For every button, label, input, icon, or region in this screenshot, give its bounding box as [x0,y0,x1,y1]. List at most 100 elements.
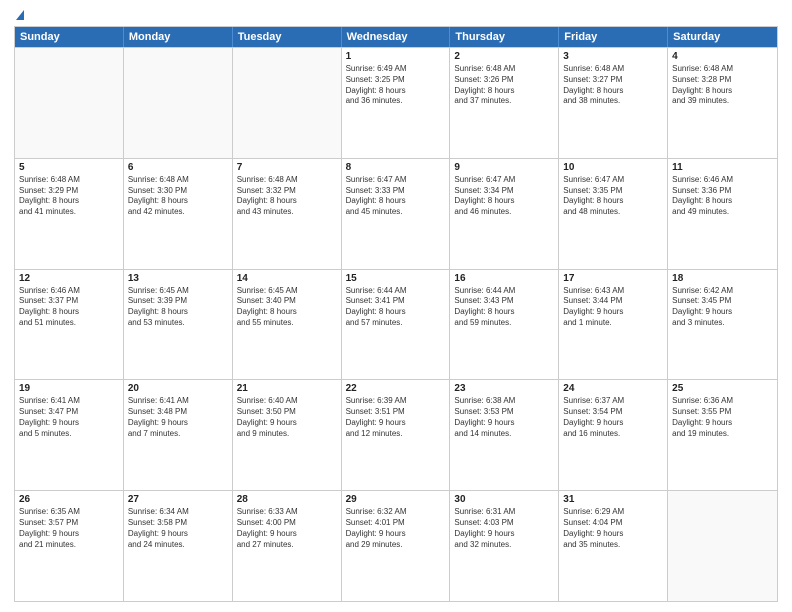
day-cell: 8 Sunrise: 6:47 AM Sunset: 3:33 PM Daylig… [342,159,451,269]
day-number: 27 [128,494,228,505]
day-number: 1 [346,51,446,62]
day-number: 9 [454,162,554,173]
day-number: 24 [563,383,663,394]
day-cell: 19 Sunrise: 6:41 AM Sunset: 3:47 PM Dayli… [15,380,124,490]
weekday-header: Saturday [668,27,777,47]
day-cell: 29 Sunrise: 6:32 AM Sunset: 4:01 PM Dayli… [342,491,451,601]
day-info: Sunrise: 6:45 AM Sunset: 3:39 PM Dayligh… [128,286,228,329]
day-info: Sunrise: 6:42 AM Sunset: 3:45 PM Dayligh… [672,286,773,329]
day-cell: 17 Sunrise: 6:43 AM Sunset: 3:44 PM Dayli… [559,270,668,380]
day-number: 19 [19,383,119,394]
day-number: 2 [454,51,554,62]
day-info: Sunrise: 6:35 AM Sunset: 3:57 PM Dayligh… [19,507,119,550]
day-number: 7 [237,162,337,173]
page: SundayMondayTuesdayWednesdayThursdayFrid… [0,0,792,612]
weekday-header: Tuesday [233,27,342,47]
day-cell: 22 Sunrise: 6:39 AM Sunset: 3:51 PM Dayli… [342,380,451,490]
logo [14,10,24,20]
day-number: 22 [346,383,446,394]
day-info: Sunrise: 6:31 AM Sunset: 4:03 PM Dayligh… [454,507,554,550]
day-number: 26 [19,494,119,505]
day-number: 15 [346,273,446,284]
day-cell: 5Sunrise: 6:48 AM Sunset: 3:29 PM Daylig… [15,159,124,269]
day-number: 12 [19,273,119,284]
day-info: Sunrise: 6:33 AM Sunset: 4:00 PM Dayligh… [237,507,337,550]
day-info: Sunrise: 6:43 AM Sunset: 3:44 PM Dayligh… [563,286,663,329]
day-number: 17 [563,273,663,284]
day-info: Sunrise: 6:47 AM Sunset: 3:35 PM Dayligh… [563,175,663,218]
day-number: 25 [672,383,773,394]
day-info: Sunrise: 6:39 AM Sunset: 3:51 PM Dayligh… [346,396,446,439]
day-cell: 24 Sunrise: 6:37 AM Sunset: 3:54 PM Dayli… [559,380,668,490]
calendar: SundayMondayTuesdayWednesdayThursdayFrid… [14,26,778,602]
day-cell: 18 Sunrise: 6:42 AM Sunset: 3:45 PM Dayli… [668,270,777,380]
day-number: 10 [563,162,663,173]
calendar-week: 5Sunrise: 6:48 AM Sunset: 3:29 PM Daylig… [15,158,777,269]
day-number: 31 [563,494,663,505]
day-cell: 12Sunrise: 6:46 AM Sunset: 3:37 PM Dayli… [15,270,124,380]
empty-day-cell [15,48,124,158]
day-cell: 27 Sunrise: 6:34 AM Sunset: 3:58 PM Dayli… [124,491,233,601]
day-cell: 11 Sunrise: 6:46 AM Sunset: 3:36 PM Dayli… [668,159,777,269]
day-cell: 9 Sunrise: 6:47 AM Sunset: 3:34 PM Daylig… [450,159,559,269]
day-info: Sunrise: 6:48 AM Sunset: 3:28 PM Dayligh… [672,64,773,107]
day-number: 18 [672,273,773,284]
day-cell: 6 Sunrise: 6:48 AM Sunset: 3:30 PM Daylig… [124,159,233,269]
day-cell: 15Sunrise: 6:44 AM Sunset: 3:41 PM Dayli… [342,270,451,380]
calendar-week: 12Sunrise: 6:46 AM Sunset: 3:37 PM Dayli… [15,269,777,380]
calendar-week: 26 Sunrise: 6:35 AM Sunset: 3:57 PM Dayli… [15,490,777,601]
empty-day-cell [668,491,777,601]
day-info: Sunrise: 6:40 AM Sunset: 3:50 PM Dayligh… [237,396,337,439]
day-info: Sunrise: 6:47 AM Sunset: 3:33 PM Dayligh… [346,175,446,218]
day-number: 13 [128,273,228,284]
empty-day-cell [233,48,342,158]
day-cell: 20 Sunrise: 6:41 AM Sunset: 3:48 PM Dayli… [124,380,233,490]
day-info: Sunrise: 6:47 AM Sunset: 3:34 PM Dayligh… [454,175,554,218]
weekday-header: Sunday [15,27,124,47]
day-cell: 31 Sunrise: 6:29 AM Sunset: 4:04 PM Dayli… [559,491,668,601]
day-cell: 23 Sunrise: 6:38 AM Sunset: 3:53 PM Dayli… [450,380,559,490]
calendar-week: 1 Sunrise: 6:49 AM Sunset: 3:25 PM Daylig… [15,47,777,158]
day-number: 20 [128,383,228,394]
day-cell: 30 Sunrise: 6:31 AM Sunset: 4:03 PM Dayli… [450,491,559,601]
day-number: 29 [346,494,446,505]
day-cell: 13 Sunrise: 6:45 AM Sunset: 3:39 PM Dayli… [124,270,233,380]
day-info: Sunrise: 6:34 AM Sunset: 3:58 PM Dayligh… [128,507,228,550]
day-info: Sunrise: 6:29 AM Sunset: 4:04 PM Dayligh… [563,507,663,550]
day-number: 4 [672,51,773,62]
day-number: 28 [237,494,337,505]
header [14,10,778,20]
day-cell: 14 Sunrise: 6:45 AM Sunset: 3:40 PM Dayli… [233,270,342,380]
weekday-header: Thursday [450,27,559,47]
day-number: 6 [128,162,228,173]
day-info: Sunrise: 6:49 AM Sunset: 3:25 PM Dayligh… [346,64,446,107]
day-info: Sunrise: 6:41 AM Sunset: 3:48 PM Dayligh… [128,396,228,439]
day-info: Sunrise: 6:41 AM Sunset: 3:47 PM Dayligh… [19,396,119,439]
day-number: 14 [237,273,337,284]
day-cell: 3Sunrise: 6:48 AM Sunset: 3:27 PM Daylig… [559,48,668,158]
day-cell: 28 Sunrise: 6:33 AM Sunset: 4:00 PM Dayli… [233,491,342,601]
day-info: Sunrise: 6:38 AM Sunset: 3:53 PM Dayligh… [454,396,554,439]
day-info: Sunrise: 6:36 AM Sunset: 3:55 PM Dayligh… [672,396,773,439]
day-number: 23 [454,383,554,394]
day-cell: 16Sunrise: 6:44 AM Sunset: 3:43 PM Dayli… [450,270,559,380]
day-info: Sunrise: 6:44 AM Sunset: 3:43 PM Dayligh… [454,286,554,329]
day-number: 11 [672,162,773,173]
empty-day-cell [124,48,233,158]
day-info: Sunrise: 6:37 AM Sunset: 3:54 PM Dayligh… [563,396,663,439]
day-cell: 2Sunrise: 6:48 AM Sunset: 3:26 PM Daylig… [450,48,559,158]
calendar-week: 19 Sunrise: 6:41 AM Sunset: 3:47 PM Dayli… [15,379,777,490]
calendar-body: 1 Sunrise: 6:49 AM Sunset: 3:25 PM Daylig… [15,47,777,601]
day-info: Sunrise: 6:48 AM Sunset: 3:30 PM Dayligh… [128,175,228,218]
logo-triangle-icon [16,10,24,20]
day-cell: 10 Sunrise: 6:47 AM Sunset: 3:35 PM Dayli… [559,159,668,269]
day-number: 3 [563,51,663,62]
day-info: Sunrise: 6:45 AM Sunset: 3:40 PM Dayligh… [237,286,337,329]
day-info: Sunrise: 6:32 AM Sunset: 4:01 PM Dayligh… [346,507,446,550]
weekday-header: Friday [559,27,668,47]
weekday-header: Monday [124,27,233,47]
day-number: 8 [346,162,446,173]
day-number: 30 [454,494,554,505]
day-info: Sunrise: 6:46 AM Sunset: 3:36 PM Dayligh… [672,175,773,218]
day-cell: 1 Sunrise: 6:49 AM Sunset: 3:25 PM Daylig… [342,48,451,158]
